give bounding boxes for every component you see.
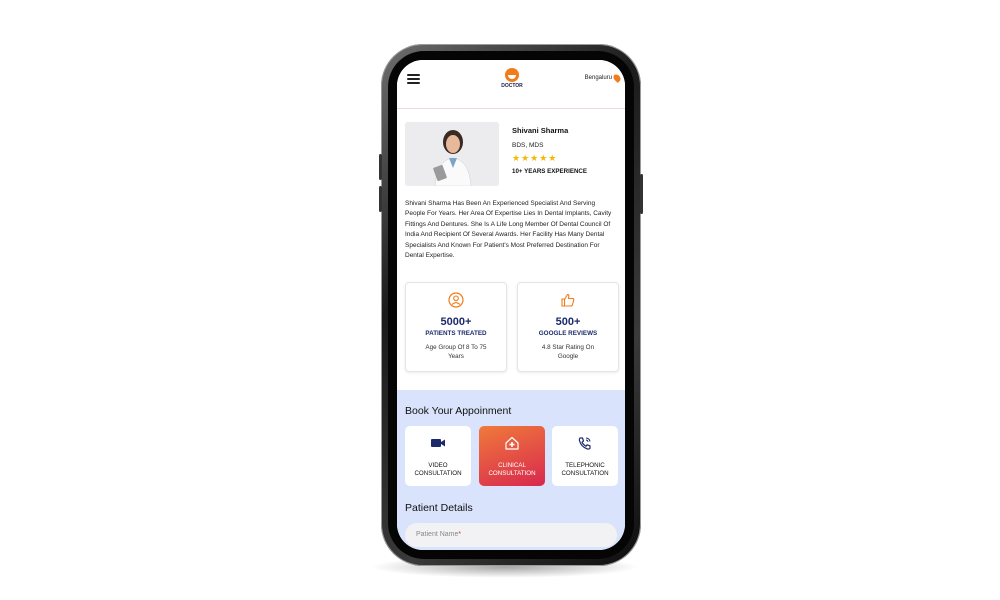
- doctor-experience: 10+ YEARS EXPERIENCE: [512, 168, 588, 175]
- patient-name-placeholder: Patient Name: [416, 531, 459, 538]
- stat-subtext: 4.8 Star Rating On Google: [541, 344, 595, 360]
- clinical-consultation-button[interactable]: CLINICAL CONSULTATION: [479, 426, 545, 486]
- top-bar: DOCTOR Bengaluru: [397, 60, 625, 109]
- telephonic-consultation-button[interactable]: TELEPHONIC CONSULTATION: [552, 426, 618, 486]
- doctor-photo: [405, 122, 499, 186]
- booking-title: Book Your Appoinment: [405, 405, 512, 417]
- option-label-line2: CONSULTATION: [414, 470, 462, 478]
- stat-subtext: Age Group Of 8 To 75 Years: [425, 344, 487, 360]
- hamburger-icon[interactable]: [407, 74, 420, 84]
- option-label: TELEPHONIC CONSULTATION: [552, 462, 618, 479]
- app-screen: DOCTOR Bengaluru Shivani Sharma BDS, MDS…: [397, 60, 625, 550]
- doctor-name: Shivani Sharma: [512, 126, 569, 135]
- option-label-line1: VIDEO: [428, 462, 448, 469]
- doctor-degree: BDS, MDS: [512, 142, 544, 149]
- volume-up-button: [379, 154, 382, 180]
- user-circle-icon: [448, 292, 464, 308]
- stat-number: 5000+: [440, 316, 472, 328]
- rating-stars-icon: ★★★★★: [512, 153, 558, 163]
- option-label-line2: CONSULTATION: [488, 470, 536, 478]
- app-logo[interactable]: DOCTOR: [500, 68, 524, 89]
- option-label: VIDEO CONSULTATION: [405, 462, 471, 479]
- stat-label: GOOGLE REVIEWS: [538, 330, 598, 337]
- stat-number: 500+: [555, 316, 581, 328]
- power-button: [640, 174, 643, 214]
- logo-text: DOCTOR: [501, 83, 523, 89]
- option-label-line1: CLINICAL: [498, 462, 526, 469]
- stat-label: PATIENTS TREATED: [425, 330, 487, 337]
- phone-icon: [578, 437, 591, 450]
- map-pin-icon: [612, 73, 622, 83]
- video-consultation-button[interactable]: VIDEO CONSULTATION: [405, 426, 471, 486]
- thumbs-up-icon: [561, 293, 575, 307]
- location-label: Bengaluru: [584, 75, 612, 81]
- location-selector[interactable]: Bengaluru: [584, 73, 622, 83]
- logo-mark: [505, 68, 519, 82]
- patient-name-input[interactable]: Patient Name*: [405, 523, 617, 547]
- stat-card-reviews: 500+ GOOGLE REVIEWS 4.8 Star Rating On G…: [517, 282, 619, 372]
- volume-down-button: [379, 186, 382, 212]
- option-label-line2: CONSULTATION: [561, 470, 609, 478]
- phone-frame: DOCTOR Bengaluru Shivani Sharma BDS, MDS…: [379, 44, 643, 566]
- booking-section: Book Your Appoinment VIDEO CONSULTATION: [397, 390, 625, 550]
- doctor-info: Shivani Sharma BDS, MDS ★★★★★ 10+ YEARS …: [512, 126, 622, 175]
- doctor-bio: Shivani Sharma Has Been An Experienced S…: [405, 200, 612, 260]
- clinic-icon: [505, 436, 519, 450]
- video-camera-icon: [431, 439, 445, 447]
- stat-card-patients: 5000+ PATIENTS TREATED Age Group Of 8 To…: [405, 282, 507, 372]
- option-label-line1: TELEPHONIC: [565, 462, 605, 469]
- patient-details-title: Patient Details: [405, 502, 473, 514]
- option-label: CLINICAL CONSULTATION: [479, 462, 545, 479]
- required-mark: *: [458, 531, 462, 538]
